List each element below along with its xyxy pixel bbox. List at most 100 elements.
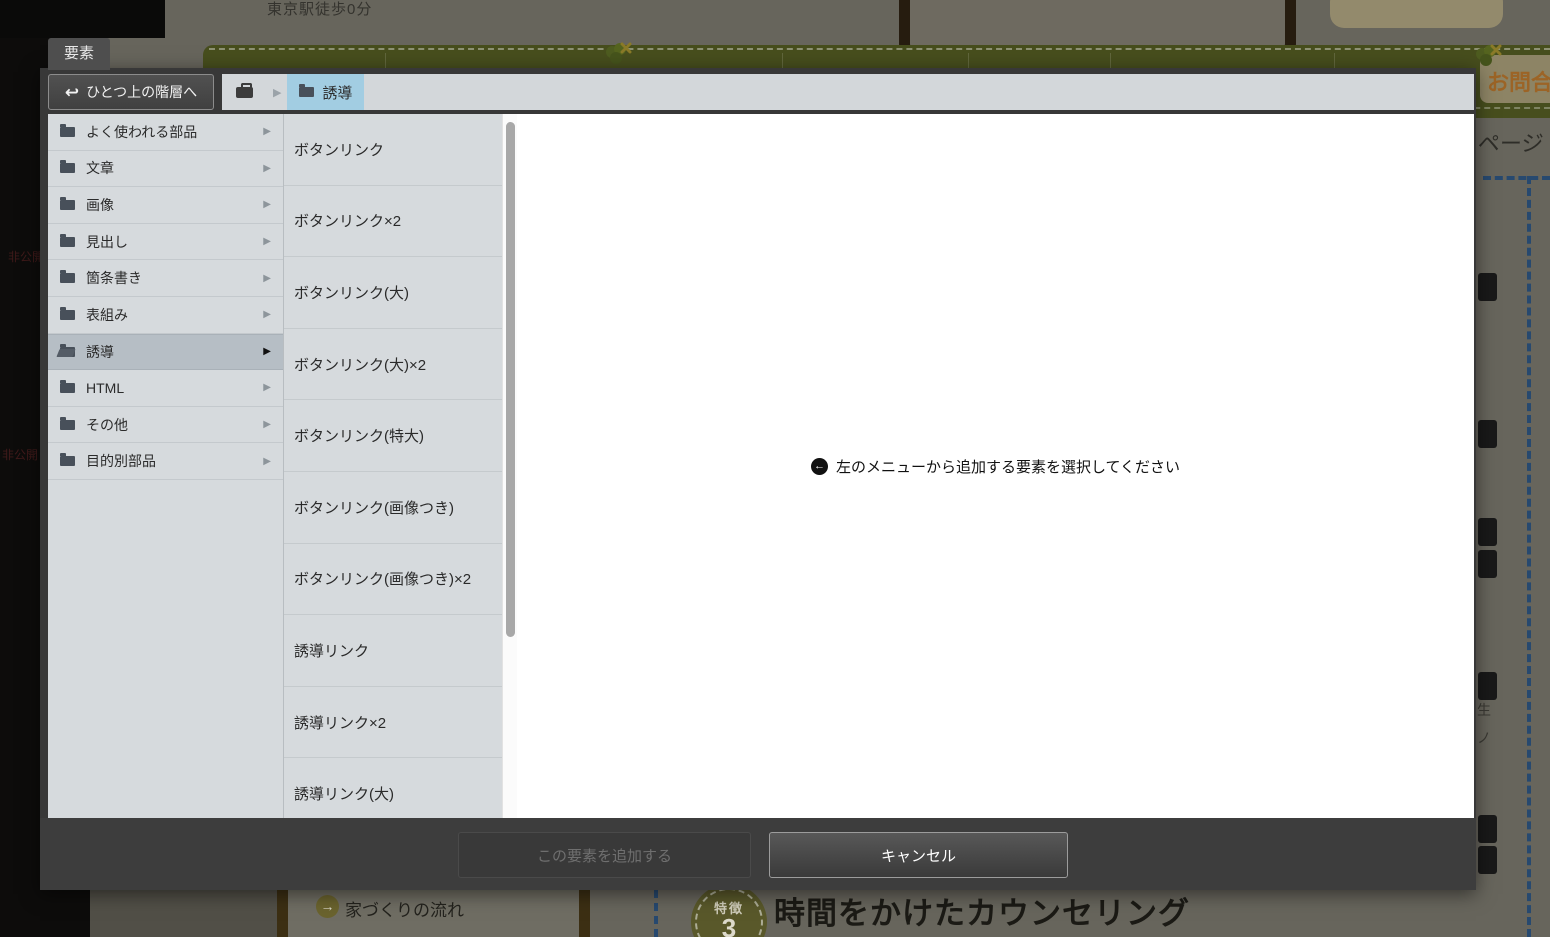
dialog-content: よく使われる部品▶ 文章▶ 画像▶ 見出し▶ 箇条書き▶ 表組み▶ 誘導▶ HT… (48, 114, 1474, 818)
scrollbar-thumb[interactable] (506, 122, 515, 637)
briefcase-icon (236, 87, 253, 98)
element-label: ボタンリンク×2 (294, 210, 401, 231)
selection-outline-top (1483, 176, 1550, 180)
dialog-footer: この要素を追加する キャンセル (40, 818, 1476, 890)
add-element-button[interactable]: この要素を追加する (458, 832, 751, 878)
chevron-right-icon: ▶ (263, 236, 271, 247)
folder-icon (60, 310, 75, 320)
dimmed-button (1478, 273, 1497, 301)
nav-separator (1110, 53, 1111, 68)
element-label: ボタンリンク(特大) (294, 425, 424, 446)
element-item[interactable]: ボタンリンク (284, 114, 502, 186)
category-label: 箇条書き (86, 268, 252, 288)
folder-icon (60, 273, 75, 283)
chevron-right-icon: ▶ (263, 163, 271, 174)
dimmed-button (1478, 846, 1497, 874)
empty-state-message: ← 左のメニューから追加する要素を選択してください (811, 456, 1180, 477)
reservation-button (1330, 0, 1503, 28)
preview-area: ← 左のメニューから追加する要素を選択してください (517, 114, 1474, 818)
category-item[interactable]: 表組み ▶ (48, 297, 283, 334)
category-item[interactable]: 目的別部品▶ (48, 443, 283, 480)
dimmed-button (1478, 550, 1497, 578)
breadcrumb-root[interactable] (222, 74, 267, 110)
category-item[interactable]: その他▶ (48, 407, 283, 444)
go-up-level-button[interactable]: ↩ ひとつ上の階層へ (48, 74, 214, 110)
arrow-circle-icon: → (316, 895, 339, 918)
element-label: ボタンリンク(画像つき)×2 (294, 568, 471, 589)
empty-state-text: 左のメニューから追加する要素を選択してください (836, 456, 1180, 477)
open-folder-icon (60, 347, 75, 357)
element-label: ボタンリンク(大)×2 (294, 354, 426, 375)
category-label: 表組み (86, 305, 252, 325)
chevron-right-icon: ▶ (263, 382, 271, 393)
dimmed-photo (90, 890, 277, 937)
breadcrumb-current-label: 誘導 (322, 82, 352, 103)
element-label: 誘導リンク×2 (294, 712, 386, 733)
element-label: ボタンリンク(大) (294, 282, 409, 303)
folder-icon (60, 127, 75, 137)
cancel-button[interactable]: キャンセル (769, 832, 1068, 878)
dimmed-button (1478, 672, 1497, 700)
category-label: 目的別部品 (86, 451, 252, 471)
station-access-text: 東京駅徒歩0分 (267, 0, 372, 19)
nav-separator (782, 53, 783, 68)
tab-elements[interactable]: 要素 (48, 38, 110, 70)
category-label: 画像 (86, 195, 252, 215)
feature-badge-number: 3 (697, 917, 761, 937)
dimmed-button (1478, 420, 1497, 448)
category-label: HTML (86, 380, 252, 396)
selection-outline-right (1527, 176, 1531, 937)
nav-separator (968, 53, 969, 68)
element-item[interactable]: ボタンリンク×2 (284, 186, 502, 258)
folder-icon (60, 383, 75, 393)
element-list-scrollbar[interactable] (502, 114, 517, 818)
category-item[interactable]: 箇条書き▶ (48, 260, 283, 297)
folder-icon (60, 200, 75, 210)
category-label: 誘導 (86, 342, 252, 362)
category-item[interactable]: 文章 ▶ (48, 151, 283, 188)
nav-separator (1334, 53, 1335, 68)
category-label: 文章 (86, 158, 252, 178)
feature-badge: 特徴 3 (691, 884, 767, 937)
chevron-right-icon: ▶ (263, 309, 271, 320)
folder-icon (299, 87, 314, 97)
element-item[interactable]: ボタンリンク(画像つき)×2 (284, 544, 502, 616)
selection-outline (654, 890, 658, 937)
category-label: その他 (86, 415, 252, 435)
element-item[interactable]: ボタンリンク(大)×2 (284, 329, 502, 401)
element-label: 誘導リンク(大) (294, 783, 394, 804)
go-up-level-label: ひとつ上の階層へ (86, 82, 197, 102)
clover-icon (600, 42, 636, 68)
dimmed-button (1478, 815, 1497, 843)
element-item[interactable]: ボタンリンク(特大) (284, 400, 502, 472)
box-border (579, 890, 590, 937)
element-label: 誘導リンク (294, 640, 369, 661)
page-title-fragment: ページ (1477, 126, 1545, 158)
category-item[interactable]: よく使われる部品▶ (48, 114, 283, 151)
category-item[interactable]: HTML ▶ (48, 370, 283, 407)
dialog-header: ↩ ひとつ上の階層へ ▶ 誘導 (40, 68, 1476, 114)
box-border (277, 890, 288, 937)
element-item[interactable]: ボタンリンク(大) (284, 257, 502, 329)
element-list: ボタンリンク ボタンリンク×2 ボタンリンク(大) ボタンリンク(大)×2 ボタ… (283, 114, 502, 818)
folder-icon (60, 456, 75, 466)
chevron-right-icon: ▶ (263, 199, 271, 210)
element-item[interactable]: ボタンリンク(画像つき) (284, 472, 502, 544)
element-picker-dialog: ↩ ひとつ上の階層へ ▶ 誘導 よく使われる部品▶ 文章▶ 画像▶ 見出し▶ 箇… (40, 68, 1476, 890)
dimmed-button (1478, 518, 1497, 546)
category-item[interactable]: 見出し▶ (48, 224, 283, 261)
category-item-selected[interactable]: 誘導 ▶ (48, 334, 283, 371)
category-item[interactable]: 画像 ▶ (48, 187, 283, 224)
element-item[interactable]: 誘導リンク×2 (284, 687, 502, 759)
cms-panel-header (0, 0, 165, 38)
element-item[interactable]: 誘導リンク (284, 615, 502, 687)
category-list: よく使われる部品▶ 文章▶ 画像▶ 見出し▶ 箇条書き▶ 表組み▶ 誘導▶ HT… (48, 114, 283, 818)
element-label: ボタンリンク(画像つき) (294, 497, 454, 518)
clipped-text: 生 (1477, 700, 1491, 720)
section-heading: 時間をかけたカウンセリング (774, 888, 1190, 933)
breadcrumb-current-folder[interactable]: 誘導 (287, 74, 364, 110)
nav-separator (385, 53, 386, 68)
chevron-right-icon: ▶ (263, 346, 271, 357)
nav-contact-label: お問合 (1487, 65, 1550, 97)
category-label: よく使われる部品 (86, 122, 252, 142)
